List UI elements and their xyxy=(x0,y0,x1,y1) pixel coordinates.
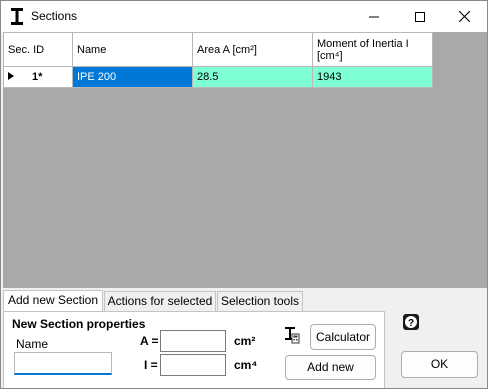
ok-button[interactable]: OK xyxy=(401,351,478,378)
inertia-input[interactable] xyxy=(160,354,226,376)
header-moment-of-inertia[interactable]: Moment of Inertia I [cm⁴] xyxy=(312,32,433,67)
add-new-section-panel: New Section properties Name A = cm² I = … xyxy=(3,311,385,388)
minimize-icon xyxy=(369,16,379,17)
name-input[interactable] xyxy=(14,352,112,375)
window-title: Sections xyxy=(31,9,78,23)
area-label: A = xyxy=(140,334,159,348)
minimize-button[interactable] xyxy=(351,1,397,32)
header-row: Sec. ID Name Area A [cm²] Moment of Iner… xyxy=(3,32,433,67)
current-row-arrow-icon xyxy=(8,71,22,83)
tab-actions-for-selected[interactable]: Actions for selected xyxy=(104,291,216,311)
sections-grid[interactable]: Sec. ID Name Area A [cm²] Moment of Iner… xyxy=(3,32,487,288)
sections-table: Sec. ID Name Area A [cm²] Moment of Iner… xyxy=(3,32,433,88)
sections-window: Sections Sec. ID Name Area A [cm²] Momen… xyxy=(0,0,488,389)
tab-selection-tools[interactable]: Selection tools xyxy=(217,291,303,311)
maximize-icon xyxy=(415,11,425,22)
header-moi-line2: [cm⁴] xyxy=(317,49,343,62)
sec-id-cell: 1* xyxy=(32,71,43,83)
header-name[interactable]: Name xyxy=(72,32,193,67)
header-sec-id[interactable]: Sec. ID xyxy=(3,32,73,67)
area-unit: cm² xyxy=(234,334,256,348)
svg-text:?: ? xyxy=(408,318,414,329)
header-moi-line1: Moment of Inertia I xyxy=(317,37,409,50)
name-cell[interactable]: IPE 200 xyxy=(72,66,193,88)
tab-add-new-section[interactable]: Add new Section xyxy=(3,290,103,312)
maximize-button[interactable] xyxy=(397,1,443,32)
row-header[interactable]: 1* xyxy=(3,66,73,88)
table-row[interactable]: 1* IPE 200 28.5 1943 xyxy=(3,66,433,88)
help-icon[interactable]: ? xyxy=(403,314,419,330)
area-input[interactable] xyxy=(160,330,226,352)
area-cell[interactable]: 28.5 xyxy=(192,66,313,88)
header-area[interactable]: Area A [cm²] xyxy=(192,32,313,67)
section-properties-title: New Section properties xyxy=(12,317,146,331)
calculator-button[interactable]: Calculator xyxy=(310,324,376,350)
inertia-unit: cm⁴ xyxy=(234,358,258,372)
close-icon xyxy=(458,11,470,22)
inertia-label: I = xyxy=(144,358,158,372)
name-label: Name xyxy=(16,337,49,351)
close-button[interactable] xyxy=(441,1,487,32)
moi-cell[interactable]: 1943 xyxy=(312,66,433,88)
section-calculator-icon xyxy=(285,327,300,344)
title-bar: Sections xyxy=(1,1,487,32)
i-beam-icon xyxy=(11,8,23,25)
add-new-button[interactable]: Add new xyxy=(285,355,376,380)
